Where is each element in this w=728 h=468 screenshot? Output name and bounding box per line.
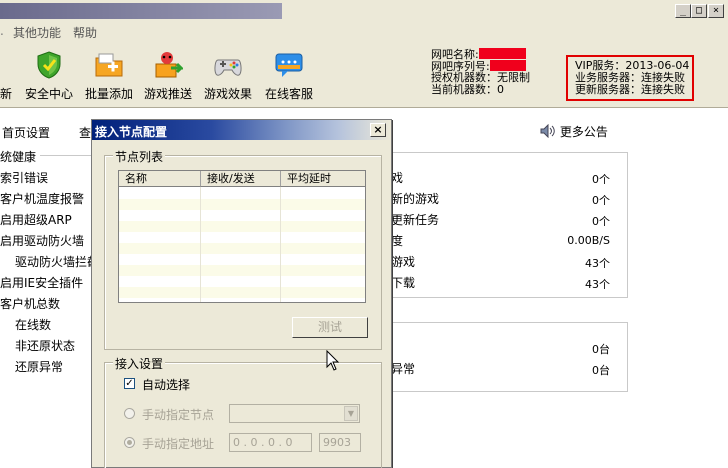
title-gradient-strip <box>0 3 282 19</box>
column-divider <box>280 187 281 302</box>
tab-home-settings[interactable]: 首页设置 <box>2 124 50 141</box>
chat-icon <box>275 53 303 77</box>
toolbar-item-partial[interactable]: 新 <box>0 85 12 102</box>
redacted-mask <box>478 48 526 59</box>
auto-select-label: 自动选择 <box>142 378 191 392</box>
vip-status-box: VIP服务：2013-06-04 业务服务器：连接失败 更新服务器：连接失败 <box>566 55 694 101</box>
stat-value: 0个 <box>592 173 610 186</box>
chevron-down-icon: ▼ <box>344 406 358 421</box>
stat-label: 更新任务 <box>391 213 440 227</box>
minimize-button[interactable]: _ <box>675 4 691 18</box>
manual-address-radio[interactable] <box>124 437 135 448</box>
more-announcements-link[interactable]: 更多公告 <box>540 123 608 140</box>
table-row <box>119 265 365 276</box>
manual-node-label: 手动指定节点 <box>142 408 215 422</box>
client-stat-label: 异常 <box>391 362 416 376</box>
access-settings-title: 接入设置 <box>113 355 166 372</box>
window-titlebar: _ □ × <box>0 0 728 22</box>
row-non-restore: 非还原状态 <box>15 339 76 353</box>
shield-icon <box>37 51 61 79</box>
stat-value: 0.00B/S <box>567 234 610 247</box>
toolbar-online-service[interactable]: 在线客服 <box>263 50 315 102</box>
close-button[interactable]: × <box>708 4 724 18</box>
dialog-close-button[interactable]: × <box>370 123 386 137</box>
table-row <box>119 243 365 254</box>
toolbar-label: 批量添加 <box>84 87 133 101</box>
game-push-icon <box>155 52 183 78</box>
table-row <box>119 221 365 232</box>
client-stat-value: 0台 <box>592 364 610 377</box>
node-config-dialog: 接入节点配置 × 节点列表 名称 接收/发送 平均延时 测试 接入设置 ✓ 自动… <box>91 119 392 468</box>
dialog-titlebar[interactable]: 接入节点配置 × <box>92 120 391 140</box>
column-header-avg-delay[interactable]: 平均延时 <box>281 171 365 187</box>
column-divider <box>365 187 366 302</box>
test-button[interactable]: 测试 <box>292 317 368 338</box>
manual-node-radio[interactable] <box>124 408 135 419</box>
maximize-button[interactable]: □ <box>691 4 707 18</box>
manual-address-label: 手动指定地址 <box>142 437 215 451</box>
client-stats-panel <box>380 322 628 392</box>
menu-other-functions[interactable]: 其他功能 <box>13 24 61 41</box>
row-super-arp: 启用超级ARP <box>0 213 72 227</box>
node-list-table[interactable]: 名称 接收/发送 平均延时 <box>118 170 366 303</box>
row-driver-firewall: 启用驱动防火墙 <box>0 234 85 248</box>
toolbar-game-effect[interactable]: 游戏效果 <box>203 50 253 102</box>
table-row <box>119 287 365 298</box>
row-index-error: 索引错误 <box>0 171 49 185</box>
mouse-cursor-icon <box>326 350 340 371</box>
stat-label: 下载 <box>391 276 416 290</box>
dialog-title: 接入节点配置 <box>95 125 168 139</box>
folder-add-icon <box>95 53 123 77</box>
menu-separator-dot: . <box>0 24 4 38</box>
announcement-label: 更多公告 <box>559 125 608 139</box>
ip-address-input[interactable]: 0 . 0 . 0 . 0 <box>229 433 312 452</box>
auto-select-checkbox[interactable]: ✓ <box>124 378 135 389</box>
section-title-health: 统健康 <box>0 150 37 164</box>
stat-value: 43个 <box>585 257 610 270</box>
row-online: 在线数 <box>15 318 52 332</box>
row-firewall-intercept: 驱动防火墙拦截 <box>15 255 100 269</box>
update-server-status: 更新服务器：连接失败 <box>575 83 685 96</box>
toolbar-label: 游戏效果 <box>203 87 252 101</box>
table-row <box>119 199 365 210</box>
column-header-name[interactable]: 名称 <box>119 171 201 187</box>
stat-value: 43个 <box>585 278 610 291</box>
row-ie-plugin: 启用IE安全插件 <box>0 276 84 290</box>
stat-value: 0个 <box>592 215 610 228</box>
stat-label: 戏 <box>391 171 404 185</box>
toolbar-security-center[interactable]: 安全中心 <box>24 50 74 102</box>
stat-label: 度 <box>391 234 404 248</box>
gamepad-icon <box>214 59 242 76</box>
menu-help[interactable]: 帮助 <box>73 24 97 41</box>
client-stat-value: 0台 <box>592 343 610 356</box>
toolbar-label: 在线客服 <box>264 87 313 101</box>
stat-label: 新的游戏 <box>391 192 440 206</box>
section-divider <box>40 155 91 156</box>
stat-label: 游戏 <box>391 255 416 269</box>
column-header-send-receive[interactable]: 接收/发送 <box>201 171 281 187</box>
port-input[interactable]: 9903 <box>319 433 361 452</box>
toolbar-game-push[interactable]: 游戏推送 <box>143 50 193 102</box>
speaker-icon <box>540 123 555 139</box>
toolbar-batch-add[interactable]: 批量添加 <box>84 50 134 102</box>
row-restore-error: 还原异常 <box>15 360 64 374</box>
node-list-title: 节点列表 <box>113 148 166 165</box>
node-select-dropdown[interactable]: ▼ <box>229 404 360 423</box>
column-divider <box>200 187 201 302</box>
row-temperature-alarm: 客户机温度报警 <box>0 192 85 206</box>
toolbar-label: 新 <box>0 87 13 101</box>
menu-bar: . 其他功能 帮助 <box>0 22 728 40</box>
tab-query[interactable]: 查 <box>79 124 91 141</box>
stat-value: 0个 <box>592 194 610 207</box>
current-machines: 当前机器数：0 <box>431 83 504 96</box>
redacted-mask <box>489 60 526 71</box>
toolbar-label: 游戏推送 <box>143 87 192 101</box>
toolbar-label: 安全中心 <box>24 87 73 101</box>
row-client-total: 客户机总数 <box>0 297 61 311</box>
